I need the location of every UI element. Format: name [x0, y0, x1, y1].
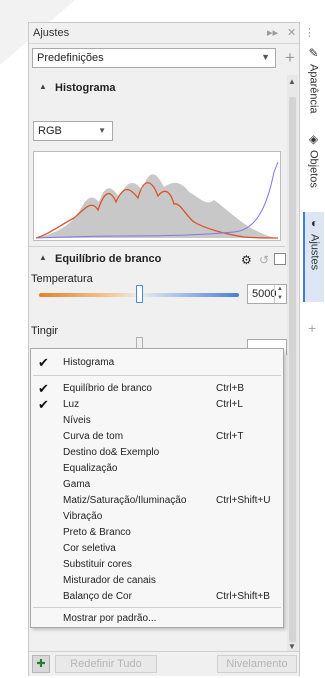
menu-item-label: Curva de tom [63, 431, 124, 442]
panel-title: Ajustes [33, 27, 70, 39]
menu-item-label: Substituir cores [63, 559, 132, 570]
add-adjustment-button[interactable]: ✚ [32, 655, 50, 673]
menu-item-shortcut: Ctrl+L [216, 399, 243, 410]
menu-item-label: Níveis [63, 415, 91, 426]
menu-item-black-white[interactable]: Preto & Branco [31, 525, 283, 541]
temperature-label: Temperatura [31, 273, 93, 285]
menu-item-tone-curve[interactable]: Curva de tom Ctrl+T [31, 429, 283, 445]
menu-item-show-default[interactable]: Mostrar por padrão... [31, 611, 283, 627]
menu-item-hue-saturation[interactable]: Matiz/Saturação/Iluminação Ctrl+Shift+U [31, 493, 283, 509]
menu-item-label: Cor seletiva [63, 543, 116, 554]
section-toggle-checkbox[interactable] [274, 253, 286, 265]
menu-item-label: Preto & Branco [63, 527, 131, 538]
menu-item-label: Vibração [63, 511, 103, 522]
preset-dropdown[interactable]: Predefinições ▼ [32, 48, 276, 68]
tab-appearance[interactable]: ✎ Aparência [303, 46, 324, 114]
histogram-luminance-area [36, 174, 278, 238]
tab-appearance-label: Aparência [307, 64, 320, 114]
menu-item-replace-colors[interactable]: Substituir cores [31, 557, 283, 573]
panel-menu-icon[interactable]: ⋮ [304, 26, 315, 39]
menu-item-shortcut: Ctrl+Shift+U [216, 495, 271, 506]
scroll-down-icon[interactable]: ▼ [288, 642, 296, 651]
tab-objects[interactable]: ◈ Objetos [303, 132, 324, 192]
menu-item-shortcut: Ctrl+T [216, 431, 244, 442]
brush-icon: ✎ [308, 46, 319, 60]
menu-item-shortcut: Ctrl+Shift+B [216, 591, 270, 602]
menu-item-shortcut: Ctrl+B [216, 383, 245, 394]
collapse-chevron-icon: ▲ [39, 253, 47, 262]
temperature-slider-thumb[interactable] [136, 285, 143, 303]
menu-item-vibrance[interactable]: Vibração [31, 509, 283, 525]
menu-item-label: Misturador de canais [63, 575, 156, 586]
menu-item-histogram[interactable]: ✔ Histograma [31, 355, 283, 371]
adjustments-context-menu: ✔ Histograma ✔ Equilíbrio de branco Ctrl… [30, 348, 284, 628]
temperature-stepper[interactable]: ▲ ▼ [274, 285, 285, 303]
chevron-down-icon: ▼ [98, 126, 106, 135]
collapse-chevron-icon: ▲ [39, 82, 47, 91]
adjust-icon: ◐ [310, 216, 319, 230]
menu-item-label: Luz [63, 399, 80, 410]
layers-icon: ◈ [308, 132, 319, 146]
add-preset-button[interactable]: + [281, 48, 299, 68]
histogram-title: Histograma [55, 82, 116, 94]
menu-item-levels[interactable]: Níveis [31, 413, 283, 429]
leveling-button[interactable]: Nivelamento [217, 655, 297, 673]
menu-separator [33, 607, 281, 608]
menu-item-equalization[interactable]: Equalização [31, 461, 283, 477]
checkmark-icon: ✔ [38, 381, 49, 396]
gear-icon[interactable]: ⚙ [241, 253, 252, 267]
temperature-field[interactable]: 5000 ▲ ▼ [247, 284, 287, 304]
docker-side-tabs: ⋮ ✎ Aparência ◈ Objetos ◐ Ajustes + [302, 22, 325, 676]
menu-item-label: Balanço de Cor [63, 591, 132, 602]
scroll-up-icon[interactable]: ▲ [288, 77, 296, 86]
chevron-down-icon: ▼ [261, 52, 270, 62]
section-divider [29, 246, 285, 247]
menu-item-label: Matiz/Saturação/Iluminação [63, 495, 187, 506]
reset-icon[interactable]: ↺ [259, 253, 269, 267]
panel-scrollbar[interactable]: ▲ ▼ [287, 75, 298, 653]
menu-item-label: Destino do& Exemplo [63, 447, 160, 458]
menu-item-label: Mostrar por padrão... [63, 613, 157, 624]
reset-all-button[interactable]: Redefinir Tudo [55, 655, 157, 673]
tab-adjustments[interactable]: ◐ Ajustes [303, 212, 324, 302]
white-balance-title: Equilíbrio de branco [55, 253, 162, 265]
tab-objects-label: Objetos [307, 150, 320, 188]
menu-item-label: Equilíbrio de branco [63, 383, 152, 394]
histogram-section-header[interactable]: ▲ Histograma [33, 79, 281, 99]
tint-label: Tingir [31, 325, 59, 337]
scrollbar-thumb[interactable] [289, 97, 296, 642]
histogram-chart [33, 151, 281, 241]
tab-adjustments-label: Ajustes [308, 234, 321, 271]
preset-value: Predefinições [37, 52, 104, 64]
menu-item-channel-mixer[interactable]: Misturador de canais [31, 573, 283, 589]
checkmark-icon: ✔ [38, 397, 49, 412]
menu-item-color-balance[interactable]: Balanço de Cor Ctrl+Shift+B [31, 589, 283, 605]
menu-item-target-sample[interactable]: Destino do& Exemplo [31, 445, 283, 461]
panel-bottom-bar: ✚ Redefinir Tudo Nivelamento [29, 651, 299, 676]
histogram-graph [35, 161, 279, 239]
menu-item-label: Equalização [63, 463, 118, 474]
expand-icon[interactable]: ▸▸ [267, 26, 278, 39]
channel-value: RGB [38, 125, 62, 137]
menu-item-gamma[interactable]: Gama [31, 477, 283, 493]
checkmark-icon: ✔ [38, 355, 49, 370]
panel-titlebar: Ajustes ▸▸ ✕ [29, 23, 299, 44]
plus-icon[interactable]: + [308, 320, 316, 336]
temperature-value: 5000 [252, 288, 277, 300]
close-icon[interactable]: ✕ [287, 26, 296, 39]
menu-item-label: Histograma [63, 357, 115, 368]
menu-separator [33, 375, 281, 376]
menu-item-label: Gama [63, 479, 91, 490]
menu-item-white-balance[interactable]: ✔ Equilíbrio de branco Ctrl+B [31, 381, 283, 397]
menu-item-light[interactable]: ✔ Luz Ctrl+L [31, 397, 283, 413]
menu-item-selective-color[interactable]: Cor seletiva [31, 541, 283, 557]
channel-dropdown[interactable]: RGB ▼ [33, 121, 113, 141]
